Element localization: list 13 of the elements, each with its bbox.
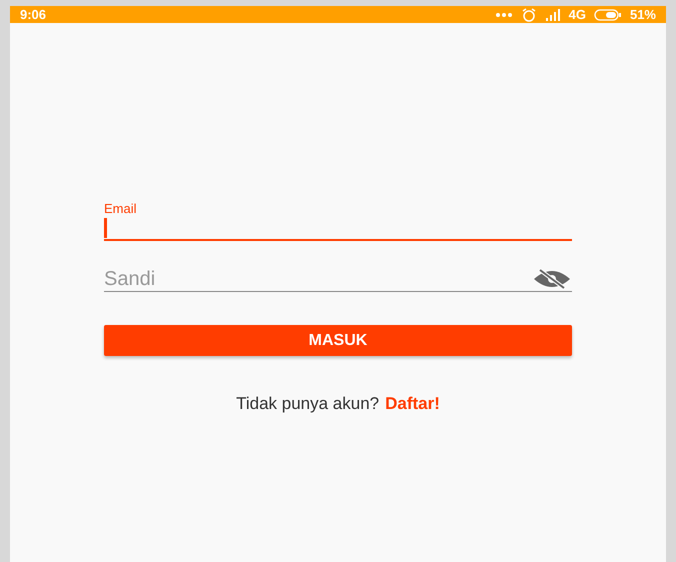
signup-prompt: Tidak punya akun?: [236, 394, 380, 414]
login-button[interactable]: MASUK: [104, 325, 572, 356]
battery-percent: 51%: [630, 7, 656, 22]
signal-icon: [544, 8, 561, 20]
text-cursor: [104, 218, 107, 238]
more-icon: [494, 12, 513, 18]
signup-link[interactable]: Daftar!: [385, 394, 440, 414]
email-label: Email: [104, 201, 138, 217]
email-field[interactable]: Email: [104, 201, 572, 241]
network-type: 4G: [568, 7, 586, 22]
eye-crossed-icon[interactable]: [532, 269, 572, 289]
status-time: 9:06: [20, 7, 46, 22]
battery-icon: [594, 8, 622, 20]
